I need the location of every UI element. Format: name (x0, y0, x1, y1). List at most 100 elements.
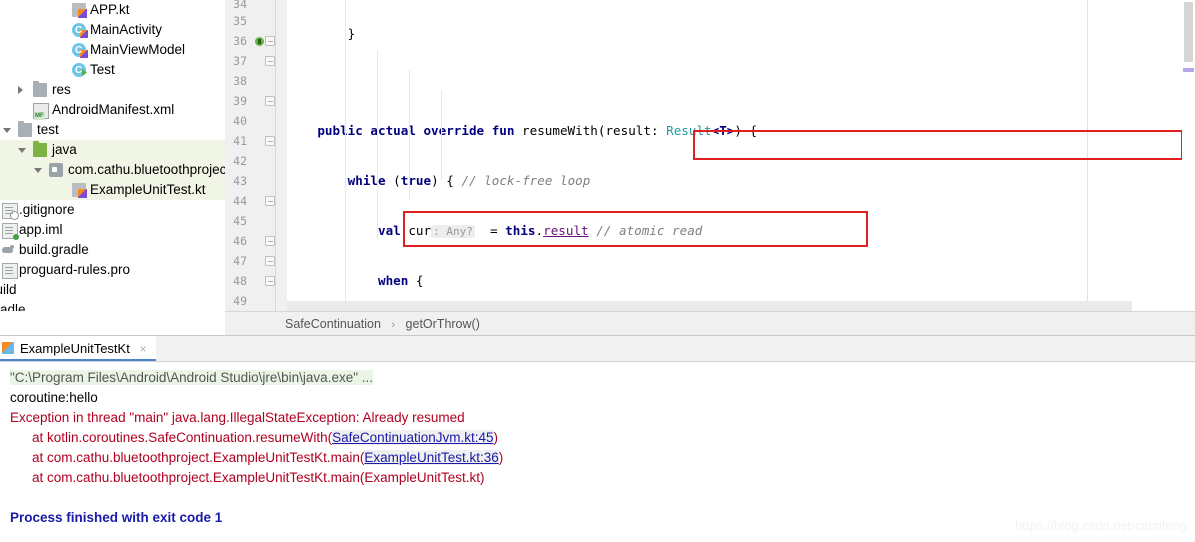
android-studio-window: APP.kt MainActivity MainViewModel Test r… (0, 0, 1195, 542)
line-number: 49 (233, 294, 247, 308)
gitignore-icon (2, 203, 19, 220)
gradle-icon (1, 243, 15, 257)
editor-scrollbar[interactable] (1182, 0, 1195, 305)
tree-item-mainactivity[interactable]: MainActivity (0, 20, 225, 41)
line-number: 38 (233, 74, 247, 88)
tree-item-exampleunittest-kt[interactable]: ExampleUnitTest.kt (0, 180, 225, 200)
tree-item-label: test (37, 122, 59, 137)
code-line-34: } (287, 26, 356, 41)
console-line-stacktrace: at com.cathu.bluetoothproject.ExampleUni… (10, 468, 1195, 488)
stack-frame-tail: ) (498, 450, 504, 465)
scrollbar-thumb[interactable] (1184, 2, 1193, 62)
stack-frame-tail: ) (493, 430, 499, 445)
tree-item-java[interactable]: java (0, 140, 225, 160)
package-icon (49, 163, 63, 177)
line-number: 43 (233, 174, 247, 188)
left-strip-filler (0, 311, 225, 335)
console-line-output: coroutine:hello (10, 388, 1195, 408)
run-tab-strip: ExampleUnitTestKt × (0, 336, 1195, 362)
tree-item-package[interactable]: com.cathu.bluetoothprojec (0, 160, 225, 180)
stack-frame-link[interactable]: SafeContinuationJvm.kt:45 (332, 430, 494, 445)
watermark: https://blog.csdn.net/catzifeng (1015, 518, 1187, 533)
chevron-right-icon[interactable] (18, 86, 23, 94)
run-panel: ExampleUnitTestKt × "C:\Program Files\An… (0, 335, 1195, 542)
console-command-text: "C:\Program Files\Android\Android Studio… (10, 370, 374, 385)
properties-icon (2, 263, 18, 279)
line-number: 48 (225, 271, 287, 291)
tree-item-app-iml[interactable]: app.iml (0, 220, 225, 240)
breadcrumb-method[interactable]: getOrThrow() (406, 317, 480, 331)
process-finished-text: Process finished with exit code 1 (10, 510, 223, 525)
manifest-icon (33, 103, 49, 120)
line-number: 45 (233, 214, 247, 228)
tree-item-proguard-rules[interactable]: proguard-rules.pro (0, 260, 225, 280)
code-line-39: when { (287, 273, 424, 288)
tree-item-label: com.cathu.bluetoothprojec (68, 162, 225, 177)
tree-item-app-kt[interactable]: APP.kt (0, 0, 225, 20)
project-tree-panel[interactable]: APP.kt MainActivity MainViewModel Test r… (0, 0, 225, 340)
breakpoint-icon[interactable] (255, 37, 264, 46)
console-line-stacktrace: at kotlin.coroutines.SafeContinuation.re… (10, 428, 1195, 448)
stack-frame-link[interactable]: ExampleUnitTest.kt:36 (364, 450, 499, 465)
close-icon[interactable]: × (139, 342, 146, 356)
console-output-text: coroutine:hello (10, 390, 98, 405)
tree-item-label: MainViewModel (90, 42, 186, 57)
tree-item-label: Test (90, 62, 115, 77)
tree-item-androidmanifest[interactable]: AndroidManifest.xml (0, 100, 225, 120)
fold-icon[interactable] (265, 36, 275, 46)
fold-icon[interactable] (265, 196, 275, 206)
tree-item-label: APP.kt (90, 2, 130, 17)
indent-guide (409, 70, 410, 200)
run-tab-label: ExampleUnitTestKt (20, 341, 130, 356)
line-number: 47 (225, 251, 287, 271)
chevron-down-icon[interactable] (34, 168, 42, 173)
console-output[interactable]: "C:\Program Files\Android\Android Studio… (0, 362, 1195, 542)
tree-item-test-folder[interactable]: test (0, 120, 225, 140)
indent-guide (345, 0, 346, 311)
code-editor[interactable]: 34 35 ↑ 36 37 38 39 40 41 42 (225, 0, 1195, 311)
run-tab-exampleunittestkt[interactable]: ExampleUnitTestKt × (0, 336, 157, 361)
console-line-stacktrace: at com.cathu.bluetoothproject.ExampleUni… (10, 448, 1195, 468)
fold-icon[interactable] (265, 256, 275, 266)
tree-item-mainviewmodel[interactable]: MainViewModel (0, 40, 225, 61)
kotlin-icon (2, 342, 14, 354)
illegal-state-exception-highlight (403, 211, 868, 247)
editor-horizontal-scrollbar[interactable] (287, 301, 1132, 311)
chevron-down-icon[interactable] (18, 148, 26, 153)
tree-item-label: proguard-rules.pro (19, 262, 131, 277)
fold-icon[interactable] (265, 276, 275, 286)
fold-icon[interactable] (265, 236, 275, 246)
scrollbar-change-marker[interactable] (1183, 68, 1194, 72)
line-number: 40 (233, 114, 247, 128)
chevron-right-icon: › (391, 319, 396, 331)
kotlin-file-icon (72, 183, 87, 198)
line-number: 42 (233, 154, 247, 168)
chevron-down-icon[interactable] (3, 128, 11, 133)
tree-item-res[interactable]: res (0, 80, 225, 100)
breadcrumb-class[interactable]: SafeContinuation (285, 317, 381, 331)
line-number: 46 (225, 231, 287, 251)
fold-icon[interactable] (265, 136, 275, 146)
line-number: 37 (225, 51, 287, 71)
tree-item-build[interactable]: build (0, 280, 225, 300)
fold-icon[interactable] (265, 56, 275, 66)
fold-guide-line (275, 0, 276, 311)
tree-item-label: build.gradle (19, 242, 89, 257)
line-number: 39 (225, 91, 287, 111)
stack-frame-text: at com.cathu.bluetoothproject.ExampleUni… (32, 450, 365, 465)
kotlin-class-plain-icon (72, 61, 86, 81)
tree-item-build-gradle[interactable]: build.gradle (0, 240, 225, 260)
tree-item-gitignore[interactable]: .gitignore (0, 200, 225, 220)
folder-icon (18, 121, 32, 137)
fold-icon[interactable] (265, 96, 275, 106)
tree-item-label: ExampleUnitTest.kt (90, 182, 206, 197)
console-line-command: "C:\Program Files\Android\Android Studio… (10, 368, 1195, 388)
tree-item-test-class[interactable]: Test (0, 60, 225, 81)
stack-frame-text: at kotlin.coroutines.SafeContinuation.re… (32, 430, 333, 445)
breadcrumb[interactable]: SafeContinuation › getOrThrow() (225, 311, 1195, 335)
tree-item-label: res (52, 82, 71, 97)
tree-item-label: .gitignore (19, 202, 75, 217)
iml-icon (2, 223, 19, 240)
editor-gutter[interactable]: 34 35 ↑ 36 37 38 39 40 41 42 (225, 0, 287, 311)
